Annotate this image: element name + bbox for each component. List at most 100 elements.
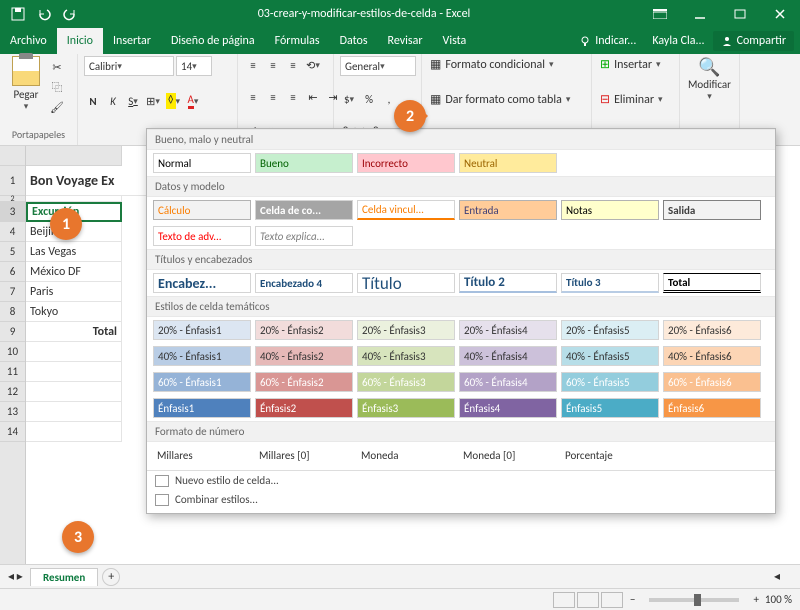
font-size-select[interactable]: 14 ▾ bbox=[176, 56, 212, 76]
style-swatch[interactable]: Encabezado 4 bbox=[255, 273, 353, 293]
select-all-corner[interactable] bbox=[0, 146, 25, 166]
style-swatch[interactable]: Cálculo bbox=[153, 200, 251, 220]
percent-icon[interactable]: % bbox=[360, 91, 378, 109]
border-button[interactable]: ⊞▾ bbox=[144, 92, 162, 110]
style-swatch[interactable]: Neutral bbox=[459, 153, 557, 173]
conditional-format-button[interactable]: ▦ Formato condicional▾ bbox=[428, 56, 585, 73]
maximize-icon[interactable] bbox=[720, 0, 760, 28]
row-header[interactable]: 9 bbox=[0, 322, 25, 342]
italic-button[interactable]: K bbox=[104, 92, 122, 110]
close-icon[interactable] bbox=[760, 0, 800, 28]
cell[interactable]: Paris bbox=[26, 282, 122, 302]
style-swatch[interactable]: 60% - Énfasis3 bbox=[357, 372, 455, 392]
merge-styles-button[interactable]: Combinar estilos... bbox=[147, 490, 775, 509]
row-header[interactable]: 10 bbox=[0, 342, 25, 362]
scroll-left-icon[interactable]: ◂ bbox=[774, 569, 780, 584]
style-swatch[interactable]: 20% - Énfasis5 bbox=[561, 320, 659, 340]
row-header[interactable]: 5 bbox=[0, 242, 25, 262]
row-header[interactable]: 11 bbox=[0, 362, 25, 382]
redo-icon[interactable] bbox=[62, 6, 78, 22]
delete-cells-button[interactable]: ⊟Eliminar▾ bbox=[598, 91, 673, 108]
tab-datos[interactable]: Datos bbox=[330, 28, 378, 54]
format-painter-icon[interactable]: 🖌 bbox=[48, 98, 66, 116]
style-swatch[interactable]: Texto de adv... bbox=[153, 226, 251, 246]
align-right-icon[interactable]: ≡ bbox=[284, 89, 302, 107]
row-header[interactable]: 7 bbox=[0, 282, 25, 302]
style-swatch[interactable]: Énfasis4 bbox=[459, 398, 557, 418]
tell-me[interactable]: Indicar... bbox=[571, 34, 644, 48]
format-as-table-button[interactable]: ▦ Dar formato como tabla▾ bbox=[428, 91, 585, 108]
cell[interactable] bbox=[26, 382, 122, 402]
tab-inicio[interactable]: Inicio bbox=[57, 28, 103, 54]
style-swatch[interactable]: Título bbox=[357, 273, 455, 293]
tab-revisar[interactable]: Revisar bbox=[378, 28, 433, 54]
align-middle-icon[interactable]: ≡ bbox=[264, 56, 282, 74]
row-header[interactable]: 6 bbox=[0, 262, 25, 282]
cell[interactable] bbox=[26, 342, 122, 362]
style-swatch[interactable]: 40% - Énfasis6 bbox=[663, 346, 761, 366]
style-swatch[interactable]: 60% - Énfasis4 bbox=[459, 372, 557, 392]
style-swatch[interactable]: Bueno bbox=[255, 153, 353, 173]
style-swatch[interactable]: Millares bbox=[153, 445, 251, 465]
style-swatch[interactable]: 40% - Énfasis5 bbox=[561, 346, 659, 366]
align-bottom-icon[interactable]: ≡ bbox=[284, 56, 302, 74]
row-header[interactable]: 4 bbox=[0, 222, 25, 242]
underline-button[interactable]: S ▾ bbox=[124, 92, 142, 110]
style-swatch[interactable]: 40% - Énfasis4 bbox=[459, 346, 557, 366]
user-name[interactable]: Kayla Cla... bbox=[644, 34, 712, 48]
share-button[interactable]: Compartir bbox=[713, 31, 794, 51]
cut-icon[interactable]: ✂ bbox=[48, 58, 66, 76]
style-swatch[interactable]: 20% - Énfasis6 bbox=[663, 320, 761, 340]
row-header[interactable]: 13 bbox=[0, 402, 25, 422]
style-swatch[interactable]: Texto explica... bbox=[255, 226, 353, 246]
style-swatch[interactable]: Énfasis3 bbox=[357, 398, 455, 418]
style-swatch[interactable]: 60% - Énfasis1 bbox=[153, 372, 251, 392]
paste-button[interactable]: Pegar ▾ bbox=[6, 56, 46, 116]
style-swatch[interactable]: 20% - Énfasis2 bbox=[255, 320, 353, 340]
style-swatch[interactable]: Título 3 bbox=[561, 273, 659, 293]
style-swatch[interactable]: Moneda [0] bbox=[459, 445, 557, 465]
new-cell-style-button[interactable]: Nuevo estilo de celda... bbox=[147, 471, 775, 490]
style-swatch[interactable]: Normal bbox=[153, 153, 251, 173]
style-swatch[interactable]: Encabez... bbox=[153, 273, 251, 293]
copy-icon[interactable]: ⿻ bbox=[48, 78, 66, 96]
style-swatch[interactable]: 60% - Énfasis5 bbox=[561, 372, 659, 392]
style-swatch[interactable]: 40% - Énfasis2 bbox=[255, 346, 353, 366]
tab-insertar[interactable]: Insertar bbox=[103, 28, 161, 54]
align-center-icon[interactable]: ≡ bbox=[264, 89, 282, 107]
style-swatch[interactable]: Moneda bbox=[357, 445, 455, 465]
tab-archivo[interactable]: Archivo bbox=[0, 28, 57, 54]
style-swatch[interactable]: Título 2 bbox=[459, 273, 557, 293]
tab-nav-prev-icon[interactable]: ◂ ▸ bbox=[8, 569, 23, 584]
style-swatch[interactable]: Énfasis5 bbox=[561, 398, 659, 418]
font-color-button[interactable]: A▾ bbox=[184, 92, 202, 110]
style-swatch[interactable]: 20% - Énfasis1 bbox=[153, 320, 251, 340]
style-swatch[interactable]: Celda de co... bbox=[255, 200, 353, 220]
style-swatch[interactable]: Total bbox=[663, 273, 761, 293]
col-header[interactable] bbox=[26, 146, 122, 166]
row-header[interactable]: 1 bbox=[0, 166, 25, 196]
orientation-icon[interactable]: ⟲▾ bbox=[304, 56, 322, 74]
insert-cells-button[interactable]: ⊞Insertar▾ bbox=[598, 56, 673, 73]
font-name-select[interactable]: Calibri ▾ bbox=[84, 56, 174, 76]
number-format-select[interactable]: General ▾ bbox=[340, 56, 416, 76]
undo-icon[interactable] bbox=[36, 6, 52, 22]
style-swatch[interactable]: 60% - Énfasis6 bbox=[663, 372, 761, 392]
style-swatch[interactable]: Celda vincul... bbox=[357, 200, 455, 220]
style-swatch[interactable]: 20% - Énfasis3 bbox=[357, 320, 455, 340]
style-swatch[interactable]: Entrada bbox=[459, 200, 557, 220]
ribbon-toggle-icon[interactable] bbox=[640, 0, 680, 28]
save-icon[interactable] bbox=[10, 6, 26, 22]
cell[interactable]: México DF bbox=[26, 262, 122, 282]
style-swatch[interactable]: Énfasis6 bbox=[663, 398, 761, 418]
cell[interactable]: Tokyo bbox=[26, 302, 122, 322]
title-cell[interactable]: Bon Voyage Ex bbox=[26, 166, 166, 196]
align-top-icon[interactable]: ≡ bbox=[244, 56, 262, 74]
cell[interactable] bbox=[26, 362, 122, 382]
row-header[interactable]: 3 bbox=[0, 202, 25, 222]
currency-icon[interactable]: $▾ bbox=[340, 91, 358, 109]
bold-button[interactable]: N bbox=[84, 92, 102, 110]
cell[interactable] bbox=[26, 422, 122, 442]
comma-icon[interactable]: , bbox=[380, 91, 398, 109]
style-swatch[interactable]: Salida bbox=[663, 200, 761, 220]
